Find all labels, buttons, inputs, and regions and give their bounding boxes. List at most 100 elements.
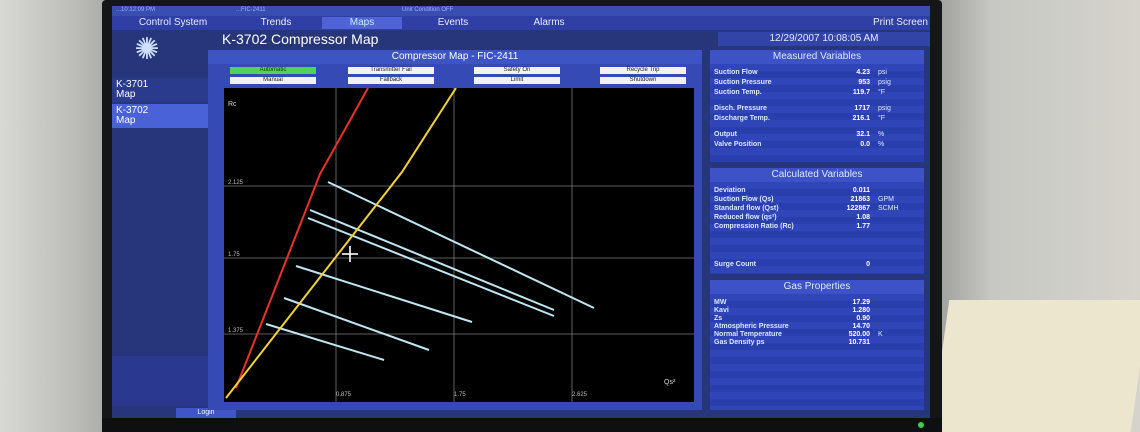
row-unit: psi xyxy=(878,69,887,76)
measured-row: Suction Pressure 953 psig xyxy=(714,78,922,87)
datetime: 12/29/2007 10:08:05 AM xyxy=(718,32,930,46)
row-label: Suction Flow (Qs) xyxy=(714,196,774,203)
measured-row: Suction Flow 4.23 psi xyxy=(714,68,922,77)
measured-row: Output 32.1 % xyxy=(714,130,922,139)
row-value: 0.0 xyxy=(860,141,870,148)
status-text: ...10:12:09 PM xyxy=(116,7,156,13)
sidebar-item-k3702-map[interactable]: K-3702 Map xyxy=(112,104,208,128)
x-axis-label: Qs² xyxy=(664,379,676,386)
nav-events[interactable]: Events xyxy=(408,17,498,29)
row-label: Suction Flow xyxy=(714,69,758,76)
measured-variables-panel: Measured Variables Suction Flow 4.23 psi… xyxy=(710,50,924,162)
row-unit: % xyxy=(878,131,885,138)
row-unit: GPM xyxy=(878,196,894,203)
page-title: K-3702 Compressor Map xyxy=(222,31,379,47)
speed-line xyxy=(309,209,555,311)
row-label: Disch. Pressure xyxy=(714,105,767,112)
row-label: Deviation xyxy=(714,187,746,194)
monitor: ...10:12:09 PM ...FIC-2411 Unit Conditio… xyxy=(102,0,942,432)
row-label: Surge Count xyxy=(714,261,756,268)
safety-on-button[interactable]: Safety On xyxy=(474,67,560,74)
gas-properties-panel: Gas Properties MW 17.29 Kavi 1.280 Zs 0.… xyxy=(710,280,924,410)
x-tick-label: 2.625 xyxy=(572,392,588,398)
automatic-button[interactable]: Automatic xyxy=(230,67,316,74)
row-value: 0 xyxy=(866,261,870,268)
screen: ...10:12:09 PM ...FIC-2411 Unit Conditio… xyxy=(112,6,930,418)
y-axis-label: Rc xyxy=(228,101,237,108)
row-value: 1.77 xyxy=(856,223,870,230)
calculated-variables-panel: Calculated Variables Deviation 0.011 Suc… xyxy=(710,168,924,274)
sidebar-item-k3701-map[interactable]: K-3701 Map xyxy=(112,78,208,102)
row-value: 21863 xyxy=(850,196,870,203)
paper-document xyxy=(930,300,1140,432)
print-screen-button[interactable]: Print Screen xyxy=(873,17,928,28)
row-value: 119.7 xyxy=(852,89,870,96)
calculated-row: Standard flow (Qst) 122867 SCMH xyxy=(714,204,922,213)
recycle-trip-button[interactable]: Recycle Trip xyxy=(600,67,686,74)
row-label: Output xyxy=(714,131,737,138)
logo-icon: ✺ xyxy=(134,33,160,66)
row-value: 953 xyxy=(858,79,870,86)
row-label: Standard flow (Qst) xyxy=(714,205,779,212)
gas-row: Gas Density ps 10.731 xyxy=(714,338,922,347)
x-tick-label: 1.75 xyxy=(454,392,466,398)
calculated-row: Reduced flow (qs²) 1.08 xyxy=(714,213,922,222)
compressor-map-plot: Rc 2.125 1.75 1.375 0.875 1.75 2.625 Qs² xyxy=(224,88,694,402)
manual-button[interactable]: Manual xyxy=(230,77,316,84)
measured-row: Discharge Temp. 216.1 °F xyxy=(714,114,922,123)
nav-trends[interactable]: Trends xyxy=(236,17,316,29)
status-text: Unit Condition OFF xyxy=(402,7,454,13)
speed-lines xyxy=(265,181,595,361)
row-unit: psig xyxy=(878,79,891,86)
row-unit: SCMH xyxy=(878,205,899,212)
monitor-bezel xyxy=(102,418,942,432)
limit-button[interactable]: Limit xyxy=(474,77,560,84)
row-label: Reduced flow (qs²) xyxy=(714,214,777,221)
power-led-icon xyxy=(918,422,924,428)
row-label: Suction Temp. xyxy=(714,89,762,96)
y-tick-label: 2.125 xyxy=(228,180,244,186)
row-label: Discharge Temp. xyxy=(714,115,770,122)
x-tick-label: 0.875 xyxy=(336,392,352,398)
calculated-row: Surge Count 0 xyxy=(714,260,922,269)
status-strip: ...10:12:09 PM ...FIC-2411 Unit Conditio… xyxy=(112,6,930,16)
panel-title: Measured Variables xyxy=(710,50,924,64)
calculated-row: Deviation 0.011 xyxy=(714,186,922,195)
calculated-row: Suction Flow (Qs) 21863 GPM xyxy=(714,195,922,204)
row-value: 122867 xyxy=(846,205,870,212)
speed-line xyxy=(265,323,385,361)
nav-bar: Control System Trends Maps Events Alarms xyxy=(112,16,930,30)
row-label: Gas Density ps xyxy=(714,339,765,346)
sidebar-item-label: Map xyxy=(116,89,136,100)
row-value: 4.23 xyxy=(856,69,870,76)
shutdown-button[interactable]: Shutdown xyxy=(600,77,686,84)
row-label: Compression Ratio (Rc) xyxy=(714,223,794,230)
measured-row: Disch. Pressure 1717 psig xyxy=(714,104,922,113)
row-value: 216.1 xyxy=(852,115,870,122)
status-text: ...FIC-2411 xyxy=(236,7,266,13)
speed-line xyxy=(307,217,555,317)
row-value: 10.731 xyxy=(848,339,870,346)
fallback-button[interactable]: Fallback xyxy=(348,77,434,84)
calculated-row: Compression Ratio (Rc) 1.77 xyxy=(714,222,922,231)
surge-line xyxy=(235,88,369,389)
nav-control-system[interactable]: Control System xyxy=(118,17,228,29)
sidebar-item-label: Map xyxy=(116,115,136,126)
row-value: 1717 xyxy=(854,105,870,112)
row-unit: % xyxy=(878,141,885,148)
row-value: 0.011 xyxy=(852,187,870,194)
row-label: Suction Pressure xyxy=(714,79,772,86)
row-label: Valve Position xyxy=(714,141,762,148)
nav-alarms[interactable]: Alarms xyxy=(504,17,594,29)
compressor-map-svg: Rc 2.125 1.75 1.375 0.875 1.75 2.625 Qs² xyxy=(224,88,694,402)
transmitter-fail-button[interactable]: Transmitter Fail xyxy=(348,67,434,74)
row-value: 32.1 xyxy=(856,131,870,138)
y-tick-label: 1.375 xyxy=(228,328,244,334)
map-title: Compressor Map - FIC-2411 xyxy=(208,50,702,64)
row-unit: psig xyxy=(878,105,891,112)
nav-maps[interactable]: Maps xyxy=(322,17,402,29)
speed-line xyxy=(283,297,430,351)
sidebar-footer xyxy=(112,356,208,406)
y-tick-label: 1.75 xyxy=(228,252,240,258)
panel-title: Calculated Variables xyxy=(710,168,924,182)
